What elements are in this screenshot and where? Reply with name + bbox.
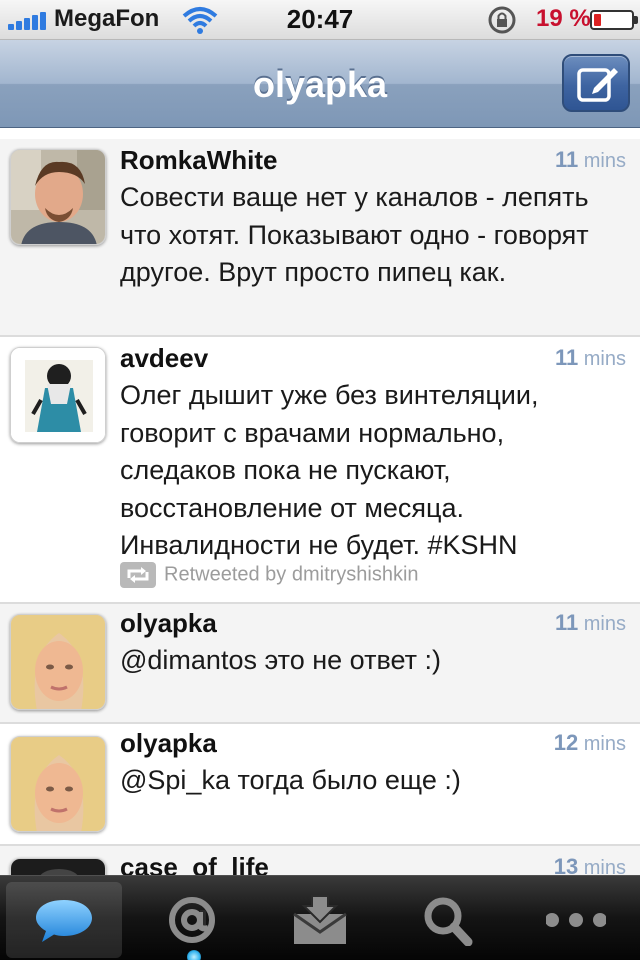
retweeted-by-label[interactable]: Retweeted by dmitryshishkin bbox=[164, 563, 419, 585]
status-bar: MegaFon 20:47 19 % bbox=[0, 0, 640, 40]
compose-button[interactable] bbox=[562, 54, 630, 112]
tweet-time-number: 11 bbox=[554, 610, 579, 635]
tweet-text: Олег дышит уже без винтеляции, говорит с… bbox=[120, 380, 539, 560]
avatar[interactable] bbox=[10, 614, 106, 710]
avatar[interactable] bbox=[10, 347, 106, 443]
tweet-text: Совести ваще нет у каналов - лепять что … bbox=[120, 182, 589, 287]
tweet-text: @Spi_ka тогда было еще :) bbox=[120, 765, 461, 795]
tweet-author[interactable]: olyapka bbox=[120, 728, 217, 759]
tweet-author[interactable]: case_of_life bbox=[120, 852, 269, 875]
page-title: olyapka bbox=[252, 64, 388, 105]
tweet-author[interactable]: avdeev bbox=[120, 343, 208, 374]
search-icon bbox=[424, 897, 473, 946]
tab-bar bbox=[0, 875, 640, 960]
rotation-lock-icon bbox=[488, 6, 516, 34]
battery-fill bbox=[594, 14, 601, 26]
battery-percent: 19 % bbox=[536, 5, 591, 32]
nav-bar: olyapka bbox=[0, 40, 640, 128]
tab-more[interactable] bbox=[518, 882, 634, 958]
tab-search[interactable] bbox=[390, 882, 506, 958]
tweet-item[interactable]: olyapka 11 mins @dimantos это не ответ :… bbox=[0, 604, 640, 722]
avatar[interactable] bbox=[10, 858, 106, 875]
tweet-timeline[interactable]: RomkaWhite 11 mins Совести ваще нет у ка… bbox=[0, 129, 640, 875]
tab-mentions[interactable] bbox=[134, 882, 250, 958]
tweet-time-number: 11 bbox=[554, 147, 579, 172]
tweet-time-unit: mins bbox=[578, 733, 626, 755]
tweet-item[interactable]: olyapka 12 mins @Spi_ka тогда было еще :… bbox=[0, 724, 640, 844]
mentions-icon bbox=[169, 897, 215, 943]
tweet-timestamp: 11 mins bbox=[555, 610, 626, 636]
tweet-time-unit: mins bbox=[578, 150, 626, 172]
retweet-info: Retweeted by dmitryshishkin bbox=[120, 562, 419, 588]
retweet-icon bbox=[120, 562, 156, 588]
avatar[interactable] bbox=[10, 736, 106, 832]
tweet-author[interactable]: olyapka bbox=[120, 608, 217, 639]
tweet-text: @dimantos это не ответ :) bbox=[120, 645, 441, 675]
tab-messages[interactable] bbox=[262, 882, 378, 958]
tweet-item[interactable]: RomkaWhite 11 mins Совести ваще нет у ка… bbox=[0, 139, 640, 335]
avatar[interactable] bbox=[10, 149, 106, 245]
tweet-time-unit: mins bbox=[578, 613, 626, 635]
new-tweets-indicator bbox=[187, 950, 201, 960]
compose-icon bbox=[577, 68, 618, 102]
tweet-author[interactable]: RomkaWhite bbox=[120, 145, 277, 176]
tweet-timestamp: 11 mins bbox=[555, 345, 626, 371]
tweet-timestamp: 11 mins bbox=[555, 147, 626, 173]
tab-timeline[interactable] bbox=[6, 882, 122, 958]
tweet-timestamp: 13 mins bbox=[554, 854, 626, 875]
tweet-time-number: 11 bbox=[554, 345, 579, 370]
tweet-item[interactable]: case_of_life 13 mins bbox=[0, 846, 640, 875]
more-icon bbox=[546, 913, 606, 927]
tweet-time-unit: mins bbox=[578, 348, 626, 370]
tweet-item[interactable]: avdeev 11 mins Олег дышит уже без винтел… bbox=[0, 337, 640, 602]
timeline-icon bbox=[36, 900, 92, 942]
messages-icon bbox=[293, 895, 347, 944]
tweet-timestamp: 12 mins bbox=[554, 730, 626, 756]
tweet-time-unit: mins bbox=[578, 857, 626, 875]
tweet-time-number: 13 bbox=[553, 854, 579, 875]
battery-icon bbox=[590, 10, 638, 30]
tweet-time-number: 12 bbox=[553, 730, 579, 755]
